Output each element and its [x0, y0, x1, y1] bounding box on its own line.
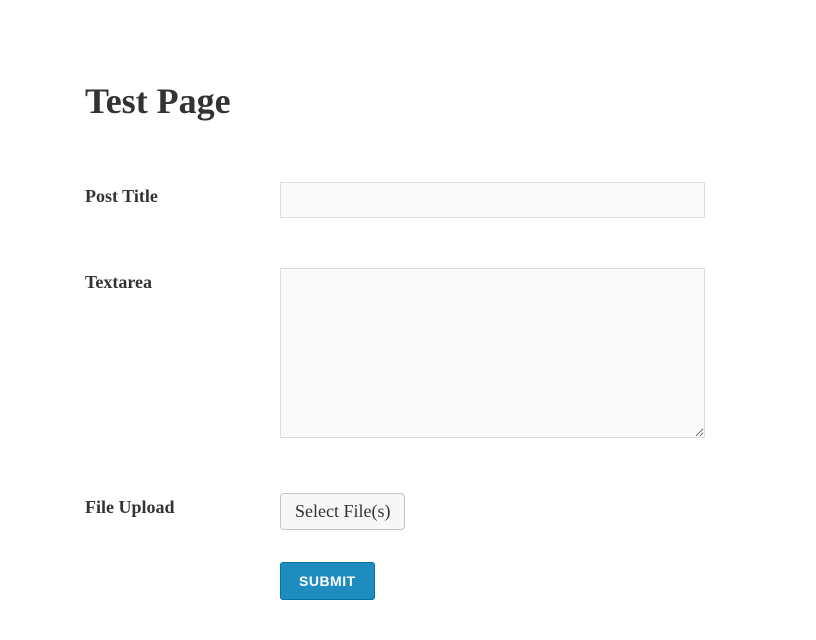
- post-title-label: Post Title: [85, 182, 280, 207]
- form-row-file-upload: File Upload Select File(s): [85, 493, 731, 530]
- submit-row: SUBMIT: [280, 562, 731, 600]
- page-container: Test Page Post Title Textarea File Uploa…: [0, 0, 816, 640]
- form-row-textarea: Textarea: [85, 268, 731, 443]
- post-title-field: [280, 182, 731, 218]
- file-upload-label: File Upload: [85, 493, 280, 518]
- file-upload-field: Select File(s): [280, 493, 731, 530]
- textarea-field: [280, 268, 731, 443]
- textarea-label: Textarea: [85, 268, 280, 293]
- form-row-post-title: Post Title: [85, 182, 731, 218]
- page-title: Test Page: [85, 80, 731, 122]
- submit-button[interactable]: SUBMIT: [280, 562, 375, 600]
- select-files-button[interactable]: Select File(s): [280, 493, 405, 530]
- post-title-input[interactable]: [280, 182, 705, 218]
- textarea-input[interactable]: [280, 268, 705, 438]
